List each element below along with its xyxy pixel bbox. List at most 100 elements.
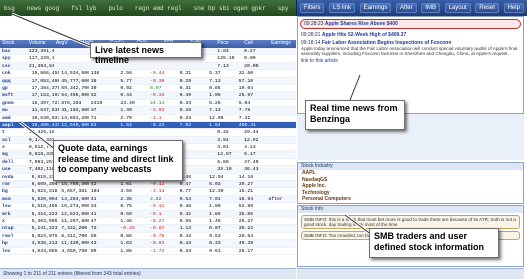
table-row[interactable]: hp 4,938,213 11,430,000 43 1.63 -0.03 0.43 6.33… [0,240,296,248]
stock-symbol-link[interactable]: bg [0,188,30,194]
table-cell[interactable] [269,63,296,69]
table-cell: 16,273,000 [61,204,89,210]
ticker-item[interactable]: pulo [108,5,122,12]
stock-symbol-link[interactable]: dell [0,159,27,165]
table-row[interactable]: mrk 5,424,223 12,823,000 41 0.50 -0.1 0.32 1.66… [0,210,296,218]
stock-symbol-link[interactable]: csc [0,63,27,69]
stock-symbol-link[interactable]: spy [0,55,27,61]
stock-symbol-link[interactable]: acl [0,137,27,143]
table-cell: 117,229,101 [28,56,54,62]
table-row[interactable]: rmr 6,609,394 15,785,300 42 1.61 -0.12 0.47 6.0… [0,181,296,189]
table-cell: 7,402,118 [28,167,54,173]
column-header[interactable]: Earnings [269,40,296,48]
table-cell[interactable] [269,151,296,157]
stock-symbol-link[interactable]: nvda [0,174,30,180]
table-row[interactable]: lsw 5,515,465 16,273,000 33 0.75 -0.11 0.48 1.9… [0,203,296,211]
ticker-item[interactable]: bsg [4,5,15,12]
table-row[interactable]: rmvl 5,024,075 8,312,700 59 0.88 -0.75 0.43 9.5… [0,233,296,241]
news-article-link[interactable]: link to this article [298,57,523,65]
stock-symbol-link[interactable]: s [0,144,27,150]
ticker-item[interactable]: fsl lyb [71,5,96,12]
table-row[interactable]: qqq 17,653,490 45,777,600 38 5.77 -0.39 0.29 7.… [0,77,296,85]
table-cell: 41 [90,211,97,217]
table-cell: 0.77 [179,189,192,195]
table-cell: 0.32 [179,211,192,217]
table-row[interactable]: gnom 16,397,723 876,203 2419 23.40 24.14 0.34 5… [0,100,296,108]
news-item[interactable]: 09:28:21 Apple Hits 52-Week High of $409… [298,31,523,39]
toolbar-button[interactable]: Help [503,3,524,13]
news-headline-link[interactable]: Apple Hits 52-Week High of $409.37 [322,32,406,38]
stock-symbol-link[interactable]: gp [0,85,30,91]
news-item[interactable]: 09:28:23 Apple Shares Rise Above $400 [300,19,521,29]
table-row[interactable]: gp 17,384,379 59,342,700 30 0.92 0.07 0.31 0.85… [0,85,296,93]
table-cell[interactable] [269,48,296,54]
stock-symbol-link[interactable]: aapl [0,122,30,128]
news-item[interactable]: 09:18:14 Fair Labor Association Begins I… [298,39,523,57]
toolbar-button[interactable]: IMB [421,3,440,13]
column-header[interactable]: Cell [242,40,269,48]
ticker-item[interactable]: news goog [27,5,59,12]
news-headline-link[interactable]: Apple Shares Rise Above $400 [325,21,398,27]
toolbar-button[interactable]: Filters [300,3,325,13]
toolbar-button[interactable]: Layout [444,3,471,13]
stock-symbol-link[interactable]: x [0,218,30,224]
toolbar-button[interactable]: Reset [475,3,499,13]
stock-symbol-link[interactable]: t [0,129,27,135]
table-cell[interactable] [269,137,296,143]
stock-symbol-link[interactable]: mu [0,107,30,113]
table-cell: 1.40 [120,108,132,114]
column-header[interactable]: Price [215,40,242,48]
table-cell: 5.17 [244,152,256,158]
table-row[interactable]: mu 11,637,830 31,103,800 37 1.40 -3.03 0.28 7.1… [0,107,296,115]
table-row[interactable]: bg 5,923,318 5,657,381 104 3.59 -3.14 0.77 12.3… [0,188,296,196]
stock-symbol-link[interactable]: lsw [0,203,30,209]
table-row[interactable]: x 5,363,985 11,297,800 47 1.46 -0.27 0.55 1.46 2… [0,218,296,226]
stock-symbol-link[interactable]: qqq [0,78,30,84]
ticker-item[interactable]: sne bp sbi ogen gpkr [194,5,266,12]
ticker-item[interactable]: spy [278,5,289,12]
column-header[interactable]: Volume [27,40,54,48]
stock-symbol-link[interactable]: amd [0,115,30,121]
stock-symbol-link[interactable]: rmvl [0,233,30,239]
smb-note: SMB INFO: this is a stock that must bet … [301,215,520,229]
stock-symbol-link[interactable]: msft [0,92,30,98]
table-row[interactable]: amd 10,530,031 14,691,200 71 2.70 -1.1 0.23 12.… [0,115,296,122]
table-cell: 0.27 [244,49,256,54]
table-row[interactable]: ntap 5,241,323 7,322,200 73 -0.29 -0.87 1.13 6.… [0,225,296,233]
table-cell: 24.14 [149,100,165,106]
table-cell[interactable] [269,55,296,61]
table-cell: -0.03 [149,241,165,247]
ticker-item[interactable]: regn amd regl [135,5,182,12]
stock-symbol-link[interactable]: mrk [0,211,30,217]
table-row[interactable]: msft 17,153,193 54,496,000 32 0.44 -0.33 0.49 1… [0,92,296,100]
toolbar-button[interactable]: Earnings [359,3,392,13]
toolbar-button[interactable]: After [395,3,417,13]
toolbar-button[interactable]: LS link [328,3,355,13]
table-cell[interactable] [269,129,296,135]
stock-symbol-link[interactable]: hp [0,240,30,246]
table-row[interactable]: lnc 4,834,965 4,659,760 99 1.86 -1.72 0.33 9.61… [0,248,296,255]
table-cell[interactable] [269,159,296,165]
table-row[interactable]: msm 5,829,094 14,204,600 41 2.35 4.82 0.54 7.01… [0,195,296,204]
stock-symbol-link[interactable]: msm [0,196,30,202]
stock-symbol-link[interactable]: use [0,166,27,172]
stock-symbol-link[interactable]: mg [0,151,27,157]
table-cell [108,129,135,135]
stock-symbol-link[interactable]: ntap [0,225,30,231]
table-cell: 0.34 [179,100,192,106]
column-header[interactable]: AvgV [54,40,81,48]
column-header[interactable]: Stock [0,40,27,48]
table-row[interactable]: t10,325,102 0.32 29.44 [0,129,296,137]
table-cell[interactable] [269,144,296,150]
stock-symbol-link[interactable]: cnk [0,70,30,76]
stock-symbol-link[interactable]: lnc [0,248,30,254]
stock-symbol-link[interactable]: bac [0,48,27,54]
table-row[interactable]: aapl 10,466,432 12,540,800 83 1.64 -0.23 7.92 1… [0,121,296,130]
table-cell[interactable] [269,166,296,172]
ticker-bar: bsg news goog fsl lyb pulo regn amd regl sne … [0,0,296,16]
table-cell: 7.13 [209,78,221,84]
stock-symbol-link[interactable]: rmr [0,181,30,187]
table-row[interactable]: cnk 19,866,456 14,534,600 136 2.56 -0.44 0.31 5… [0,70,296,78]
stock-symbol-link[interactable]: gnom [0,100,30,106]
table-row[interactable]: csc21,384,847 7.13 20.00 [0,62,296,71]
